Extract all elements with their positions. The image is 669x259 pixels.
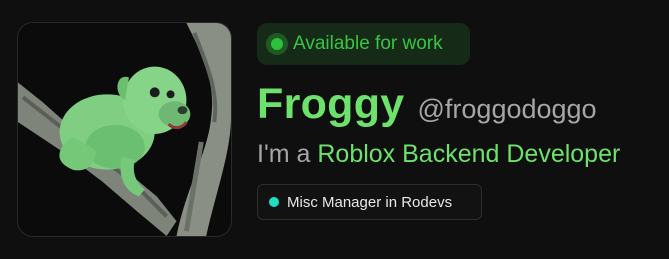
role-prefix: I'm a	[257, 140, 311, 168]
availability-label: Available for work	[293, 33, 443, 54]
availability-badge: Available for work	[257, 23, 470, 65]
affiliation-dot-icon	[269, 197, 279, 207]
avatar	[17, 22, 232, 237]
profile-card: Available for work Froggy @froggodoggo I…	[0, 0, 669, 259]
role-description: I'm a Roblox Backend Developer	[257, 140, 620, 169]
username-handle: @froggodoggo	[417, 94, 597, 124]
status-indicator-icon	[266, 33, 288, 55]
affiliation-label: Misc Manager in Rodevs	[287, 193, 453, 211]
role-title: Roblox Backend Developer	[317, 140, 621, 168]
display-name: Froggy	[257, 80, 405, 128]
affiliation-badge: Misc Manager in Rodevs	[257, 184, 482, 220]
frog-dog-avatar-image	[18, 23, 231, 236]
name-row: Froggy @froggodoggo	[257, 80, 597, 129]
